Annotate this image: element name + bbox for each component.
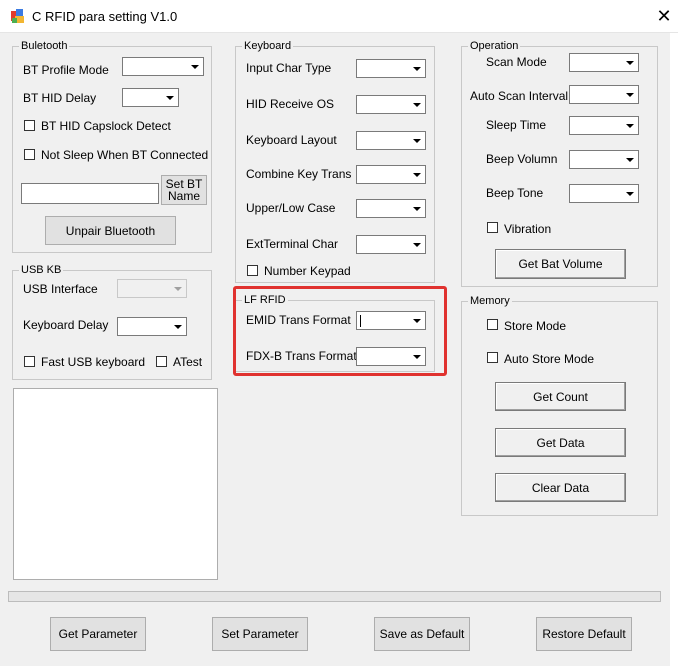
chevron-down-icon <box>409 167 424 182</box>
chevron-down-icon <box>409 133 424 148</box>
get-bat-volume-button[interactable]: Get Bat Volume <box>495 249 626 279</box>
bt-name-input[interactable] <box>21 183 159 204</box>
store-mode-checkbox[interactable] <box>487 319 498 330</box>
chevron-down-icon <box>409 313 424 328</box>
chevron-down-icon <box>622 55 637 70</box>
beep-tone-label: Beep Tone <box>486 186 544 200</box>
beep-volumn-select[interactable] <box>569 150 639 169</box>
keyboard-delay-label: Keyboard Delay <box>23 318 109 332</box>
bt-profile-mode-label: BT Profile Mode <box>23 63 109 77</box>
number-keypad-label: Number Keypad <box>264 264 351 278</box>
bt-hid-delay-select[interactable] <box>122 88 179 107</box>
capslock-detect-checkbox[interactable] <box>24 120 35 131</box>
window-title: C RFID para setting V1.0 <box>32 9 178 24</box>
sleep-time-label: Sleep Time <box>486 118 547 132</box>
fdxb-trans-format-label: FDX-B Trans Format <box>246 349 357 363</box>
chevron-down-icon <box>409 201 424 216</box>
auto-scan-interval-select[interactable] <box>569 85 639 104</box>
save-as-default-button[interactable]: Save as Default <box>374 617 470 651</box>
chevron-down-icon <box>187 59 202 74</box>
beep-tone-select[interactable] <box>569 184 639 203</box>
hid-receive-os-select[interactable] <box>356 95 426 114</box>
upper-low-case-select[interactable] <box>356 199 426 218</box>
emid-trans-format-label: EMID Trans Format <box>246 313 351 327</box>
sleep-time-select[interactable] <box>569 116 639 135</box>
vibration-label: Vibration <box>504 222 552 236</box>
keyboard-legend: Keyboard <box>242 39 294 53</box>
progress-bar <box>8 591 661 602</box>
atest-checkbox[interactable] <box>156 356 167 367</box>
get-data-button[interactable]: Get Data <box>495 428 626 457</box>
combine-key-trans-label: Combine Key Trans <box>246 167 352 181</box>
lf-rfid-legend: LF RFID <box>242 293 288 307</box>
emid-trans-format-select[interactable] <box>356 311 426 330</box>
chevron-down-icon <box>622 186 637 201</box>
log-output[interactable] <box>13 388 218 580</box>
bt-hid-delay-label: BT HID Delay <box>23 91 97 105</box>
upper-low-case-label: Upper/Low Case <box>246 201 336 215</box>
bluetooth-legend: Buletooth <box>19 39 70 53</box>
ext-terminal-char-label: ExtTerminal Char <box>246 237 339 251</box>
fast-usb-checkbox[interactable] <box>24 356 35 367</box>
capslock-detect-label: BT HID Capslock Detect <box>41 119 171 133</box>
chevron-down-icon <box>409 61 424 76</box>
keyboard-layout-select[interactable] <box>356 131 426 150</box>
chevron-down-icon <box>622 118 637 133</box>
input-char-type-label: Input Char Type <box>246 61 332 75</box>
input-char-type-select[interactable] <box>356 59 426 78</box>
rfid-app-icon <box>10 8 26 24</box>
memory-legend: Memory <box>468 294 512 308</box>
ext-terminal-char-select[interactable] <box>356 235 426 254</box>
close-icon[interactable]: ✕ <box>652 4 676 28</box>
set-parameter-button[interactable]: Set Parameter <box>212 617 308 651</box>
fdxb-trans-format-select[interactable] <box>356 347 426 366</box>
vibration-checkbox[interactable] <box>487 222 498 233</box>
scan-mode-select[interactable] <box>569 53 639 72</box>
chevron-down-icon <box>170 281 185 296</box>
chevron-down-icon <box>409 97 424 112</box>
chevron-down-icon <box>409 349 424 364</box>
fast-usb-label: Fast USB keyboard <box>41 355 146 369</box>
store-mode-label: Store Mode <box>504 319 567 333</box>
auto-store-mode-checkbox[interactable] <box>487 352 498 363</box>
not-sleep-checkbox[interactable] <box>24 149 35 160</box>
get-parameter-button[interactable]: Get Parameter <box>50 617 146 651</box>
chevron-down-icon <box>409 237 424 252</box>
not-sleep-label: Not Sleep When BT Connected <box>41 148 209 162</box>
chevron-down-icon <box>622 87 637 102</box>
usb-interface-label: USB Interface <box>23 282 98 296</box>
chevron-down-icon <box>162 90 177 105</box>
hid-receive-os-label: HID Receive OS <box>246 97 335 111</box>
clear-data-button[interactable]: Clear Data <box>495 473 626 502</box>
unpair-bluetooth-button[interactable]: Unpair Bluetooth <box>45 216 176 245</box>
set-bt-name-line2: Name <box>167 189 200 203</box>
title-divider <box>0 32 678 33</box>
auto-store-mode-label: Auto Store Mode <box>504 352 595 366</box>
keyboard-layout-label: Keyboard Layout <box>246 133 337 147</box>
usb-interface-select[interactable] <box>117 279 187 298</box>
scan-mode-label: Scan Mode <box>486 55 547 69</box>
atest-label: ATest <box>173 355 203 369</box>
bt-profile-mode-select[interactable] <box>122 57 204 76</box>
restore-default-button[interactable]: Restore Default <box>536 617 632 651</box>
get-count-button[interactable]: Get Count <box>495 382 626 411</box>
chevron-down-icon <box>170 319 185 334</box>
text-caret <box>360 315 361 327</box>
operation-legend: Operation <box>468 39 521 53</box>
set-bt-name-button[interactable]: Set BT Name <box>161 175 207 205</box>
number-keypad-checkbox[interactable] <box>247 265 258 276</box>
auto-scan-interval-label: Auto Scan Interval <box>470 89 569 103</box>
keyboard-delay-select[interactable] <box>117 317 187 336</box>
beep-volumn-label: Beep Volumn <box>486 152 558 166</box>
window-edge <box>670 33 678 666</box>
chevron-down-icon <box>622 152 637 167</box>
combine-key-trans-select[interactable] <box>356 165 426 184</box>
usb-kb-legend: USB KB <box>19 263 64 277</box>
